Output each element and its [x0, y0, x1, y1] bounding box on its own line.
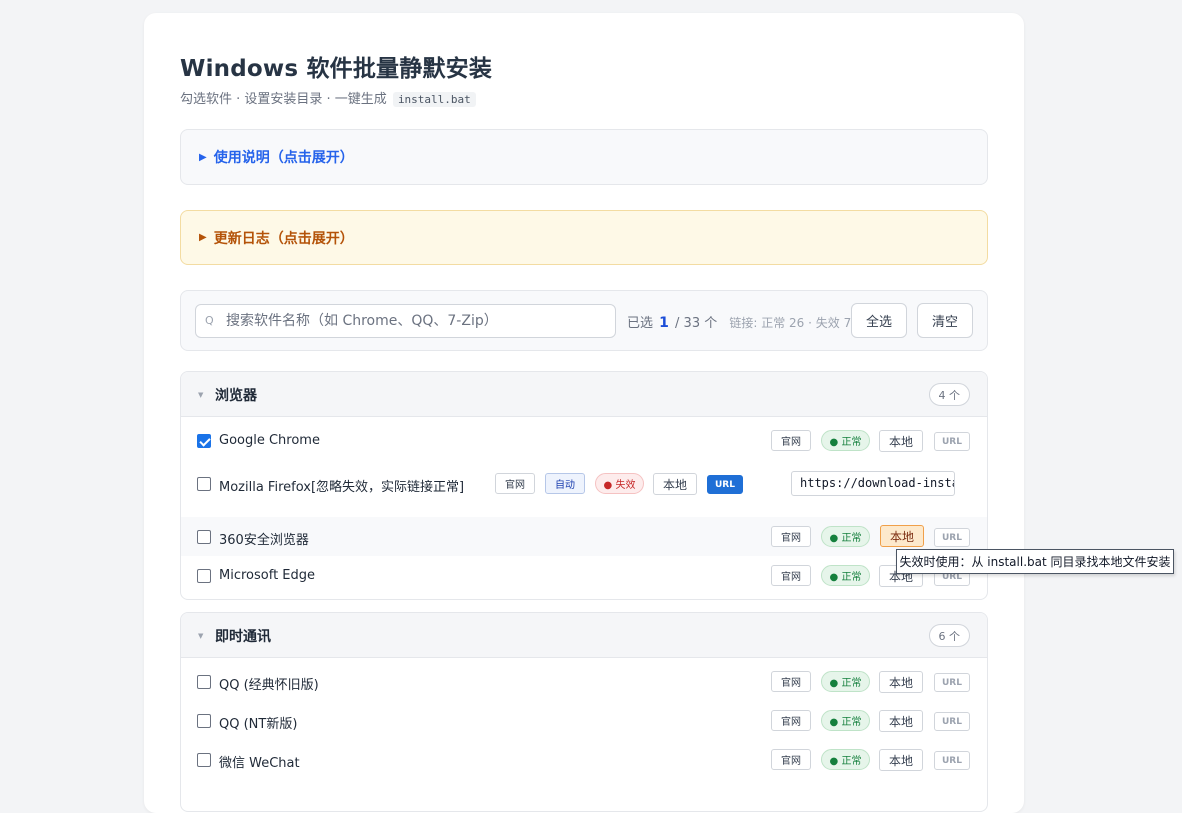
url-button[interactable]: URL [934, 528, 970, 547]
official-site-link[interactable]: 官网 [771, 710, 811, 731]
software-row[interactable]: 360安全浏览器 官网 ● 正常 本地 URL [181, 517, 987, 556]
help-panel-toggle[interactable]: ▶ 使用说明（点击展开） [180, 129, 988, 185]
select-all-button[interactable]: 全选 [851, 303, 907, 338]
caret-down-icon: ▼ [198, 632, 204, 640]
software-row[interactable]: Mozilla Firefox[忽略失效，实际链接正常] 官网 自动 ● 失效 … [181, 460, 987, 508]
url-input[interactable]: https://download-insta [791, 471, 955, 496]
local-button[interactable]: 本地 [880, 525, 924, 547]
group-count-badge: 6 个 [928, 624, 970, 647]
row-checkbox[interactable] [197, 675, 211, 689]
software-name: Mozilla Firefox[忽略失效，实际链接正常] [219, 480, 465, 495]
search-icon: Q [205, 314, 214, 327]
local-button[interactable]: 本地 [879, 749, 923, 771]
status-badge: ● 正常 [821, 671, 870, 692]
group-header[interactable]: ▼ 即时通讯 6 个 [181, 613, 987, 658]
status-badge: ● 正常 [821, 526, 870, 547]
group-name: 即时通讯 [215, 629, 271, 645]
row-checkbox[interactable] [197, 477, 211, 491]
group-count-badge: 4 个 [928, 383, 970, 406]
local-install-tooltip: 失效时使用：从 install.bat 同目录找本地文件安装 [896, 549, 1174, 574]
help-panel-label: 使用说明（点击展开） [213, 150, 354, 166]
caret-down-icon: ▼ [198, 391, 204, 399]
row-checkbox[interactable] [197, 714, 211, 728]
row-checkbox[interactable] [197, 753, 211, 767]
software-row[interactable]: 微信 WeChat 官网 ● 正常 本地 URL [181, 740, 987, 779]
software-name: 360安全浏览器 [219, 533, 309, 548]
main-card: Windows 软件批量静默安装 勾选软件 · 设置安装目录 · 一键生成 in… [144, 13, 1024, 813]
url-button[interactable]: URL [934, 432, 970, 451]
page-subtitle: 勾选软件 · 设置安装目录 · 一键生成 install.bat [180, 88, 476, 107]
official-site-link[interactable]: 官网 [771, 749, 811, 770]
url-button[interactable]: URL [934, 712, 970, 731]
software-name: Google Chrome [219, 433, 320, 448]
search-box: Q [195, 304, 616, 338]
software-name: QQ (NT新版) [219, 717, 298, 732]
software-row[interactable]: QQ (经典怀旧版) 官网 ● 正常 本地 URL [181, 662, 987, 701]
official-site-link[interactable]: 官网 [495, 473, 535, 494]
clear-button[interactable]: 清空 [917, 303, 973, 338]
toolbar: Q 已选 1 / 33 个 链接: 正常 26 · 失效 7 全选 清空 [180, 290, 988, 351]
url-button[interactable]: URL [707, 475, 743, 494]
software-row[interactable]: Microsoft Edge 官网 ● 正常 本地 URL [181, 556, 987, 595]
url-button[interactable]: URL [934, 751, 970, 770]
expand-triangle-icon: ▶ [199, 151, 207, 163]
software-name: 微信 WeChat [219, 756, 300, 771]
expand-triangle-icon: ▶ [199, 232, 207, 243]
software-name: QQ (经典怀旧版) [219, 678, 319, 693]
selection-stats: 已选 1 / 33 个 链接: 正常 26 · 失效 7 [627, 312, 851, 331]
status-badge: ● 正常 [821, 749, 870, 770]
group-name: 浏览器 [215, 388, 257, 404]
selected-count: 1 [659, 315, 669, 331]
official-site-link[interactable]: 官网 [771, 671, 811, 692]
status-badge: ● 失效 [595, 473, 644, 494]
status-badge: ● 正常 [821, 710, 870, 731]
changelog-panel-toggle[interactable]: ▶ 更新日志（点击展开） [180, 210, 988, 265]
software-group-browsers: ▼ 浏览器 4 个 Google Chrome 官网 ● 正常 本地 URL M… [180, 371, 988, 600]
changelog-panel-label: 更新日志（点击展开） [213, 230, 354, 247]
software-name: Microsoft Edge [219, 568, 316, 583]
url-button[interactable]: URL [934, 673, 970, 692]
status-badge: ● 正常 [821, 565, 870, 586]
row-checkbox[interactable] [197, 434, 211, 448]
official-site-link[interactable]: 官网 [771, 526, 811, 547]
official-site-link[interactable]: 官网 [771, 430, 811, 451]
selected-total: / 33 个 [675, 316, 718, 331]
local-button[interactable]: 本地 [653, 473, 697, 495]
official-site-link[interactable]: 官网 [771, 565, 811, 586]
row-checkbox[interactable] [197, 530, 211, 544]
software-row[interactable]: QQ (NT新版) 官网 ● 正常 本地 URL [181, 701, 987, 740]
group-header[interactable]: ▼ 浏览器 4 个 [181, 372, 987, 417]
auto-badge[interactable]: 自动 [545, 473, 585, 494]
page-title: Windows 软件批量静默安装 [180, 56, 493, 82]
subtitle-text: 勾选软件 · 设置安装目录 · 一键生成 [180, 92, 387, 107]
subtitle-code: install.bat [392, 92, 476, 107]
local-button[interactable]: 本地 [879, 430, 923, 452]
status-badge: ● 正常 [821, 430, 870, 451]
software-row[interactable]: Google Chrome 官网 ● 正常 本地 URL [181, 421, 987, 460]
local-button[interactable]: 本地 [879, 671, 923, 693]
software-group-messaging: ▼ 即时通讯 6 个 QQ (经典怀旧版) 官网 ● 正常 本地 URL QQ … [180, 612, 988, 812]
row-checkbox[interactable] [197, 569, 211, 583]
link-stats: 链接: 正常 26 · 失效 7 [729, 316, 852, 330]
selected-prefix: 已选 [627, 316, 654, 331]
search-input[interactable] [226, 305, 611, 337]
local-button[interactable]: 本地 [879, 710, 923, 732]
